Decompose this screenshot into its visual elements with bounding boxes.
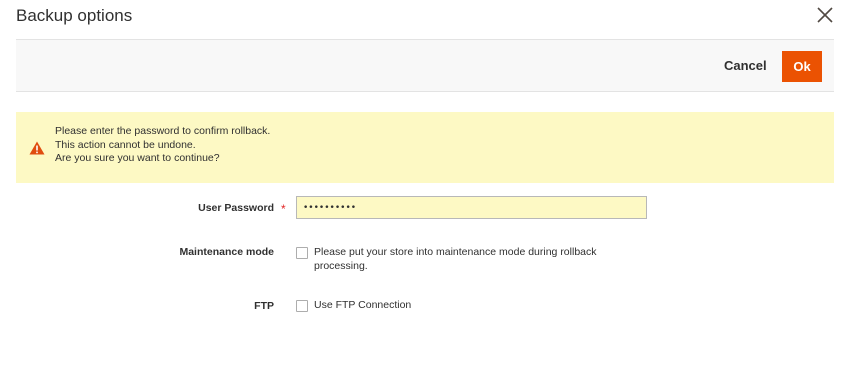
ftp-checkbox[interactable]: [296, 300, 308, 312]
maintenance-mode-label: Maintenance mode: [179, 246, 274, 258]
modal-toolbar: Cancel Ok: [16, 39, 834, 92]
notice-line: Please enter the password to confirm rol…: [55, 125, 271, 137]
warning-icon: [29, 141, 45, 155]
ftp-label: FTP: [254, 300, 274, 312]
user-password-label: User Password: [198, 202, 274, 214]
maintenance-option-line: Please put your store into maintenance m…: [314, 246, 597, 258]
maintenance-mode-checkbox[interactable]: [296, 247, 308, 259]
ftp-option[interactable]: Use FTP Connection: [314, 299, 411, 313]
ok-button[interactable]: Ok: [782, 51, 822, 82]
backup-options-modal: Backup options Cancel Ok Please enter th…: [0, 0, 850, 381]
user-password-field[interactable]: [296, 196, 647, 219]
warning-notice: Please enter the password to confirm rol…: [16, 112, 834, 183]
notice-message: Please enter the password to confirm rol…: [55, 125, 270, 166]
notice-line: This action cannot be undone.: [55, 138, 196, 151]
maintenance-mode-option[interactable]: Please put your store into maintenance m…: [314, 246, 597, 273]
maintenance-option-line: processing.: [314, 259, 368, 272]
notice-line: Are you sure you want to continue?: [55, 152, 220, 164]
cancel-button[interactable]: Cancel: [716, 51, 775, 81]
modal-title: Backup options: [16, 6, 133, 25]
close-icon[interactable]: [815, 5, 835, 25]
required-marker: *: [281, 202, 286, 216]
